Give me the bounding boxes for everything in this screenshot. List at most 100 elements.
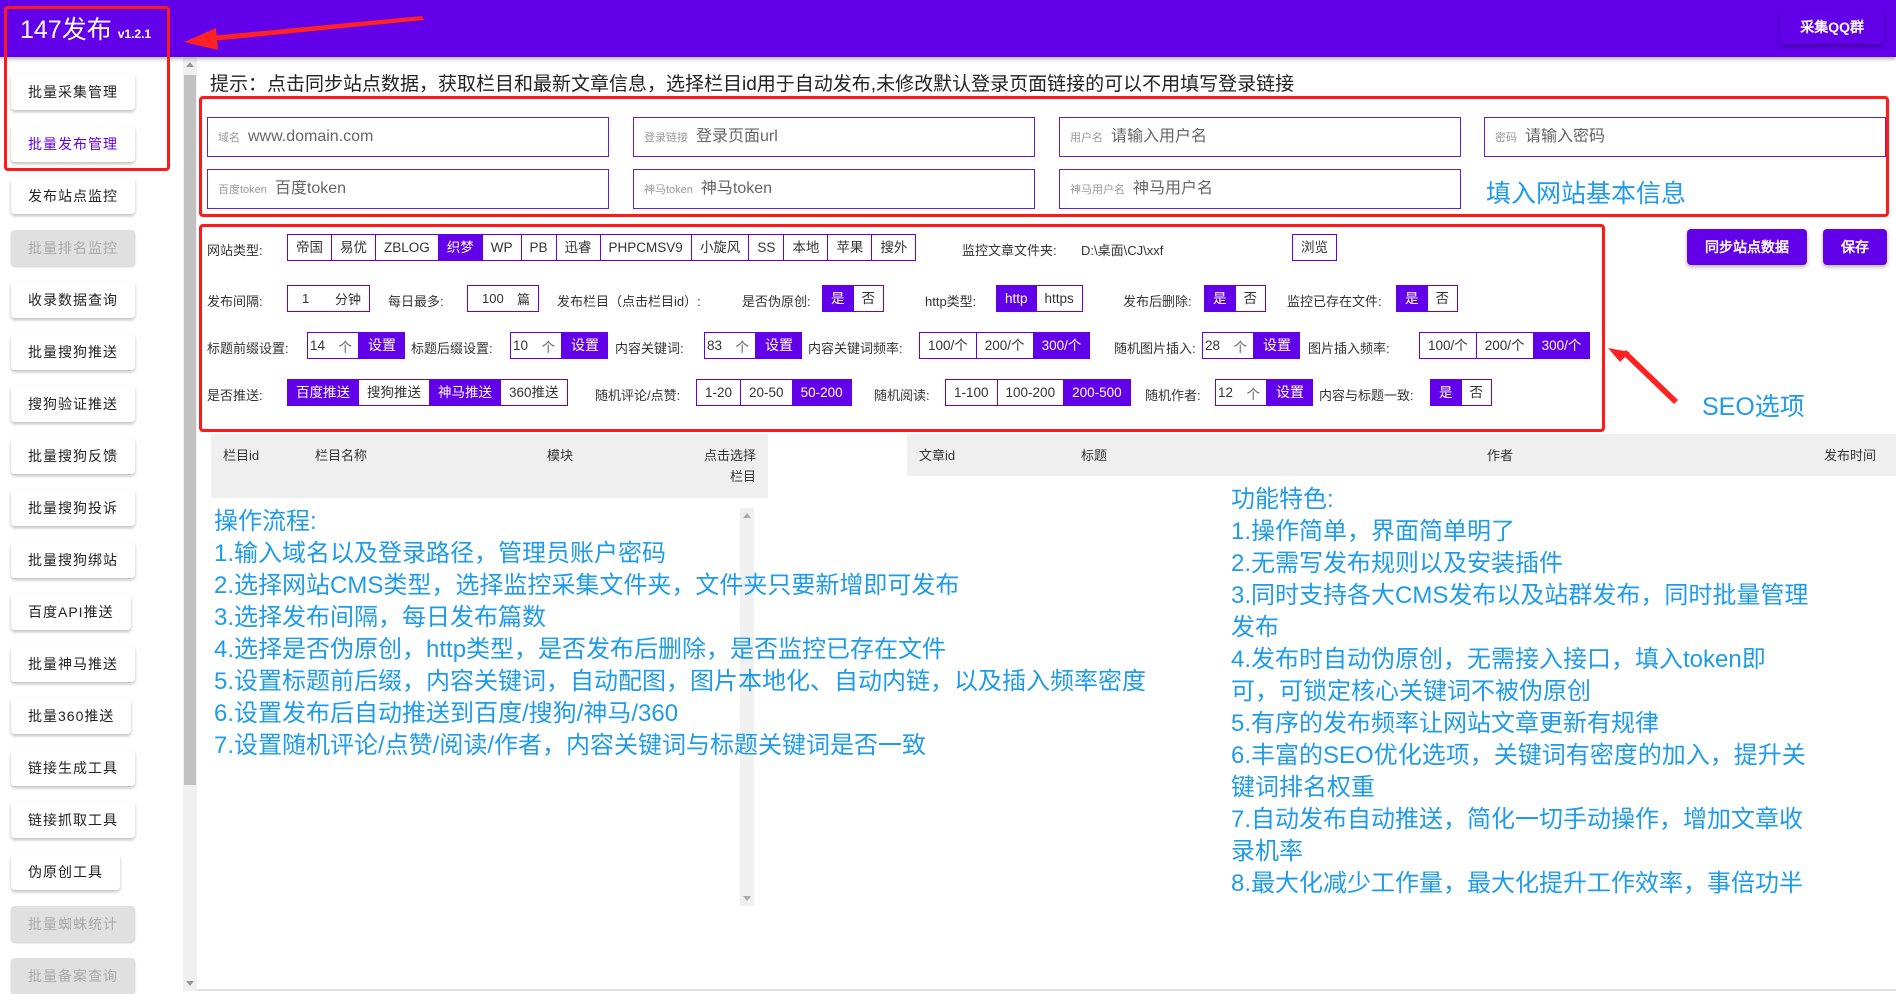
option-0[interactable]: 1-100 bbox=[946, 380, 998, 405]
sidebar-item-360-push[interactable]: 批量360推送 bbox=[11, 698, 132, 734]
baidu-token-input[interactable] bbox=[274, 180, 608, 198]
shenma-username-field[interactable]: 神马用户名 bbox=[1059, 169, 1461, 209]
option-1[interactable]: 否 bbox=[854, 286, 884, 311]
option-11[interactable]: 苹果 bbox=[828, 235, 873, 260]
title-prefix-set-button[interactable]: 设置 bbox=[359, 332, 405, 359]
option-2[interactable]: 神马推送 bbox=[430, 380, 501, 405]
sidebar-item-pseudo-original-tool[interactable]: 伪原创工具 bbox=[11, 854, 120, 890]
scroll-down-icon[interactable] bbox=[743, 896, 751, 901]
option-0[interactable]: 是 bbox=[1397, 286, 1428, 311]
sidebar-item-sogou-push[interactable]: 批量搜狗推送 bbox=[11, 334, 135, 370]
option-2[interactable]: 300/个 bbox=[1033, 333, 1090, 358]
password-field[interactable]: 密码 bbox=[1484, 117, 1886, 157]
sidebar-item-sogou-bind[interactable]: 批量搜狗绑站 bbox=[11, 542, 135, 578]
domain-input[interactable] bbox=[248, 128, 608, 146]
random-comment-label: 随机评论/点赞: bbox=[595, 388, 681, 403]
baidu-token-field[interactable]: 百度token bbox=[207, 169, 609, 209]
shenma-token-input[interactable] bbox=[700, 180, 1034, 198]
username-input[interactable] bbox=[1111, 128, 1460, 146]
option-2[interactable]: 200-500 bbox=[1064, 380, 1130, 405]
option-1[interactable]: 否 bbox=[1462, 380, 1492, 405]
scrollbar-thumb[interactable] bbox=[184, 75, 196, 785]
option-3[interactable]: 织梦 bbox=[438, 235, 483, 260]
option-1[interactable]: 搜狗推送 bbox=[359, 380, 430, 405]
option-12[interactable]: 搜外 bbox=[872, 235, 915, 260]
option-0[interactable]: 百度推送 bbox=[288, 380, 359, 405]
option-6[interactable]: 迅睿 bbox=[557, 235, 601, 260]
option-10[interactable]: 本地 bbox=[784, 235, 829, 260]
username-field[interactable]: 用户名 bbox=[1059, 117, 1461, 157]
option-0[interactable]: 是 bbox=[1205, 286, 1236, 311]
title-suffix-input[interactable]: 10 个 bbox=[510, 332, 562, 359]
sidebar-scrollbar[interactable] bbox=[183, 57, 197, 991]
option-2[interactable]: 300/个 bbox=[1533, 333, 1590, 358]
random-image-set-button[interactable]: 设置 bbox=[1254, 332, 1300, 359]
option-0[interactable]: 是 bbox=[1431, 380, 1462, 405]
option-1[interactable]: 20-50 bbox=[741, 380, 793, 405]
option-2[interactable]: ZBLOG bbox=[376, 235, 439, 260]
random-author-input[interactable]: 12 个 bbox=[1215, 379, 1267, 406]
title-suffix-set-button[interactable]: 设置 bbox=[562, 332, 608, 359]
random-read-selector: 1-100 100-200 200-500 bbox=[945, 379, 1131, 406]
sync-site-data-button[interactable]: 同步站点数据 bbox=[1687, 229, 1807, 265]
shenma-username-input[interactable] bbox=[1133, 180, 1460, 198]
option-0[interactable]: 1-20 bbox=[697, 380, 742, 405]
col-article-id: 文章id bbox=[919, 448, 956, 463]
login-url-input[interactable] bbox=[696, 128, 1034, 146]
option-5[interactable]: PB bbox=[522, 235, 557, 260]
http-type-toggle: http https bbox=[996, 285, 1083, 312]
sidebar-item-sogou-feedback[interactable]: 批量搜狗反馈 bbox=[11, 438, 135, 474]
option-0[interactable]: 100/个 bbox=[920, 333, 977, 358]
option-0[interactable]: http bbox=[997, 286, 1037, 311]
content-keyword-set-button[interactable]: 设置 bbox=[756, 332, 802, 359]
scroll-down-icon[interactable] bbox=[186, 981, 194, 986]
option-0[interactable]: 100/个 bbox=[1420, 333, 1477, 358]
domain-field[interactable]: 域名 bbox=[207, 117, 609, 157]
daily-max-input[interactable]: 100 篇 bbox=[467, 285, 539, 312]
option-8[interactable]: 小旋风 bbox=[692, 235, 750, 260]
interval-value: 1 bbox=[302, 291, 310, 306]
scroll-up-icon[interactable] bbox=[186, 62, 194, 67]
option-1[interactable]: 100-200 bbox=[998, 380, 1065, 405]
shenma-token-field[interactable]: 神马token bbox=[633, 169, 1035, 209]
sidebar-item-baidu-api-push[interactable]: 百度API推送 bbox=[11, 594, 131, 630]
annotation-seo: SEO选项 bbox=[1702, 393, 1805, 421]
random-author-set-button[interactable]: 设置 bbox=[1267, 379, 1313, 406]
option-0[interactable]: 帝国 bbox=[288, 235, 332, 260]
option-1[interactable]: 200/个 bbox=[977, 333, 1034, 358]
password-input[interactable] bbox=[1525, 128, 1885, 146]
username-label: 用户名 bbox=[1070, 132, 1103, 144]
option-1[interactable]: 否 bbox=[1236, 286, 1266, 311]
save-button[interactable]: 保存 bbox=[1823, 229, 1887, 265]
option-2[interactable]: 50-200 bbox=[792, 380, 851, 405]
sidebar-item-link-generator[interactable]: 链接生成工具 bbox=[11, 750, 135, 786]
sidebar-item-site-monitor[interactable]: 发布站点监控 bbox=[11, 178, 135, 214]
sidebar-item-sogou-verify-push[interactable]: 搜狗验证推送 bbox=[11, 386, 135, 422]
option-1[interactable]: https bbox=[1037, 286, 1082, 311]
sidebar-item-batch-collect[interactable]: 批量采集管理 bbox=[11, 74, 135, 110]
option-9[interactable]: SS bbox=[749, 235, 785, 260]
sidebar-item-link-crawler[interactable]: 链接抓取工具 bbox=[11, 802, 135, 838]
monitor-folder-path: D:\桌面\CJ\xxf bbox=[1081, 243, 1164, 258]
interval-input[interactable]: 1 分钟 bbox=[287, 285, 370, 312]
option-1[interactable]: 易优 bbox=[332, 235, 376, 260]
content-keyword-input[interactable]: 83 个 bbox=[704, 332, 756, 359]
browse-button[interactable]: 浏览 bbox=[1292, 234, 1337, 261]
article-table-header: 文章id 标题 作者 发布时间 bbox=[907, 434, 1896, 476]
sidebar-item-shenma-push[interactable]: 批量神马推送 bbox=[11, 646, 135, 682]
sidebar-item-sogou-complaint[interactable]: 批量搜狗投诉 bbox=[11, 490, 135, 526]
site-type-selector: 帝国 易优 ZBLOG 织梦 WP PB 迅睿 PHPCMSV9 小旋风 SS 本地 苹果 搜外 bbox=[287, 234, 917, 261]
login-url-field[interactable]: 登录链接 bbox=[633, 117, 1035, 157]
sidebar-item-index-query[interactable]: 收录数据查询 bbox=[11, 282, 135, 318]
random-image-input[interactable]: 28 个 bbox=[1202, 332, 1254, 359]
option-1[interactable]: 否 bbox=[1428, 286, 1458, 311]
qq-group-button[interactable]: 采集QQ群 bbox=[1780, 10, 1884, 44]
option-3[interactable]: 360推送 bbox=[501, 380, 567, 405]
option-1[interactable]: 200/个 bbox=[1477, 333, 1534, 358]
title-prefix-input[interactable]: 14 个 bbox=[307, 332, 359, 359]
option-4[interactable]: WP bbox=[483, 235, 522, 260]
sidebar-item-batch-publish[interactable]: 批量发布管理 bbox=[11, 126, 135, 162]
option-0[interactable]: 是 bbox=[823, 286, 854, 311]
option-7[interactable]: PHPCMSV9 bbox=[601, 235, 692, 260]
shenma-token-label: 神马token bbox=[644, 184, 693, 196]
